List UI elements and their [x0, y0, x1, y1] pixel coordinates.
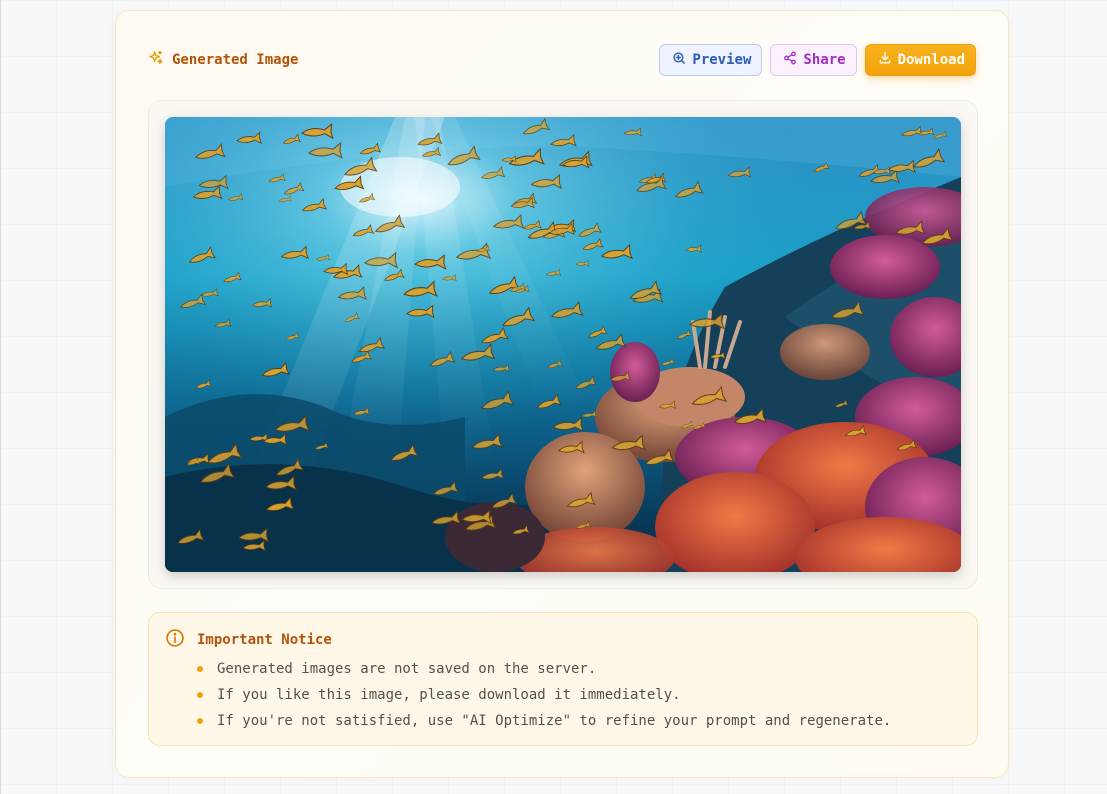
info-icon — [165, 628, 185, 652]
window-edge — [0, 0, 1, 794]
preview-label: Preview — [692, 52, 752, 68]
card-header: Generated Image Preview Share Download — [148, 43, 976, 77]
zoom-in-icon — [672, 51, 686, 69]
download-label: Download — [897, 52, 965, 68]
share-icon — [783, 51, 797, 69]
notice-header: Important Notice — [165, 628, 961, 652]
important-notice: Important Notice Generated images are no… — [148, 612, 978, 746]
generated-image-card: Generated Image Preview Share Download I… — [115, 10, 1009, 778]
preview-button[interactable]: Preview — [659, 44, 763, 76]
notice-item: If you like this image, please download … — [197, 682, 961, 708]
share-label: Share — [803, 52, 846, 68]
generated-image[interactable] — [165, 117, 961, 572]
image-frame — [148, 100, 978, 589]
notice-item: If you're not satisfied, use "AI Optimiz… — [197, 708, 961, 734]
card-title: Generated Image — [148, 50, 298, 70]
notice-list: Generated images are not saved on the se… — [165, 656, 961, 734]
image-actions: Preview Share Download — [659, 44, 976, 76]
download-button[interactable]: Download — [864, 44, 976, 76]
notice-item: Generated images are not saved on the se… — [197, 656, 961, 682]
notice-title: Important Notice — [197, 632, 332, 648]
download-icon — [878, 51, 892, 69]
card-title-text: Generated Image — [172, 52, 299, 68]
share-button[interactable]: Share — [770, 44, 857, 76]
underwater-reef-image — [165, 117, 961, 572]
sparkles-icon — [148, 50, 164, 70]
